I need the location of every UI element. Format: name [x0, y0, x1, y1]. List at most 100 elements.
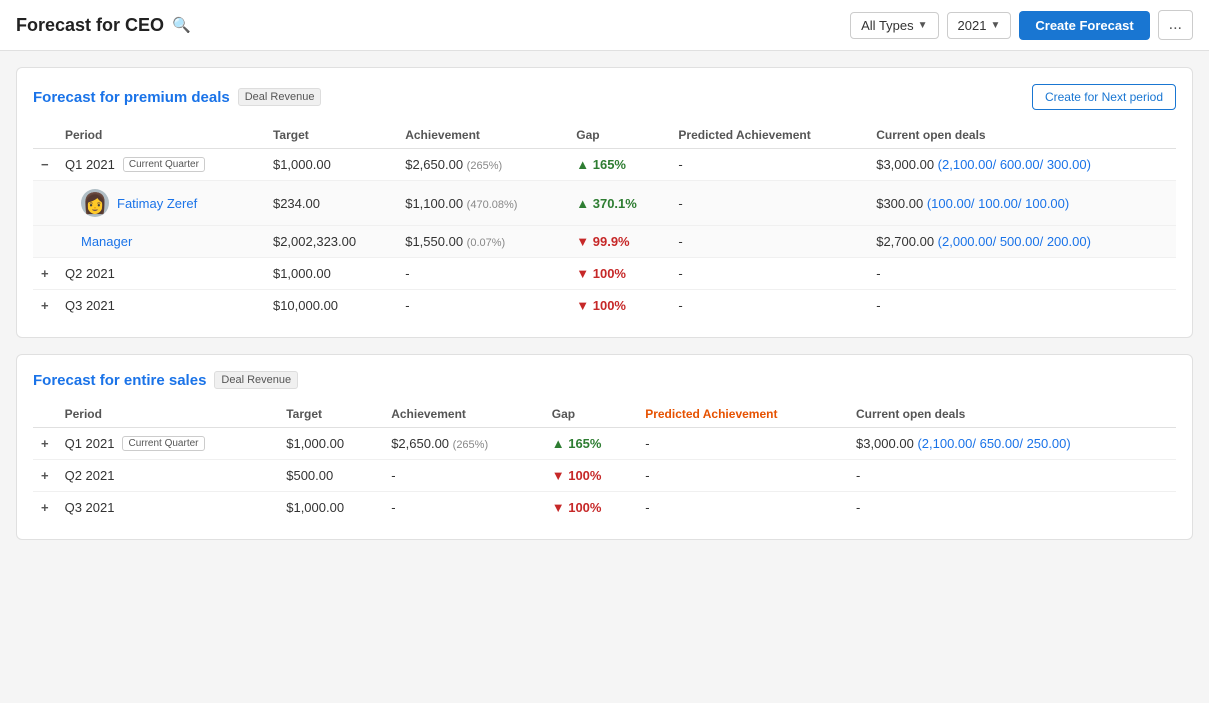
- header-right: All Types ▼ 2021 ▼ Create Forecast ...: [850, 10, 1193, 40]
- col-achievement: Achievement: [383, 401, 544, 428]
- predicted-cell: -: [670, 226, 868, 258]
- col-gap: Gap: [568, 122, 670, 149]
- section-header-premium: Forecast for premium deals Deal Revenue …: [33, 84, 1176, 110]
- section-badge-premium: Deal Revenue: [238, 88, 322, 106]
- row-expand[interactable]: +: [33, 428, 57, 460]
- table-row: Manager $2,002,323.00 $1,550.00 (0.07%) …: [33, 226, 1176, 258]
- top-header: Forecast for CEO 🔍 All Types ▼ 2021 ▼ Cr…: [0, 0, 1209, 51]
- row-indent: [33, 181, 57, 226]
- open-deals-cell: -: [848, 460, 1176, 492]
- col-period: Period: [57, 401, 279, 428]
- table-row: + Q2 2021 $500.00 - ▼ 100% - -: [33, 460, 1176, 492]
- target-cell: $500.00: [278, 460, 383, 492]
- target-cell: $2,002,323.00: [265, 226, 397, 258]
- create-next-period-button[interactable]: Create for Next period: [1032, 84, 1176, 110]
- header-left: Forecast for CEO 🔍: [16, 15, 191, 36]
- section-header-entire: Forecast for entire sales Deal Revenue: [33, 371, 1176, 389]
- target-cell: $10,000.00: [265, 290, 397, 322]
- row-expand[interactable]: −: [33, 149, 57, 181]
- period-cell: 👩 Fatimay Zeref: [57, 181, 265, 226]
- open-deals-cell: $3,000.00 (2,100.00/ 650.00/ 250.00): [848, 428, 1176, 460]
- table-row: + Q2 2021 $1,000.00 - ▼ 100% - -: [33, 258, 1176, 290]
- search-icon[interactable]: 🔍: [172, 16, 191, 34]
- entire-table: Period Target Achievement Gap Predicted …: [33, 401, 1176, 523]
- gap-cell: ▼ 100%: [544, 460, 637, 492]
- achievement-cell: $2,650.00 (265%): [383, 428, 544, 460]
- forecast-premium-section: Forecast for premium deals Deal Revenue …: [16, 67, 1193, 338]
- current-quarter-badge: Current Quarter: [122, 436, 204, 451]
- entire-table-body: + Q1 2021 Current Quarter $1,000.00 $2,6…: [33, 428, 1176, 524]
- premium-table-body: − Q1 2021 Current Quarter $1,000.00 $2,6…: [33, 149, 1176, 322]
- period-cell: Manager: [57, 226, 265, 258]
- predicted-cell: -: [670, 181, 868, 226]
- section-title-entire: Forecast for entire sales: [33, 372, 206, 389]
- chevron-down-icon: ▼: [918, 20, 928, 31]
- row-indent: [33, 226, 57, 258]
- page-title: Forecast for CEO: [16, 15, 164, 36]
- col-target: Target: [265, 122, 397, 149]
- col-achievement: Achievement: [397, 122, 568, 149]
- all-types-dropdown[interactable]: All Types ▼: [850, 12, 938, 39]
- gap-cell: ▼ 100%: [568, 290, 670, 322]
- create-forecast-button[interactable]: Create Forecast: [1019, 11, 1149, 40]
- col-period: Period: [57, 122, 265, 149]
- forecast-entire-section: Forecast for entire sales Deal Revenue P…: [16, 354, 1193, 540]
- open-deals-cell: $2,700.00 (2,000.00/ 500.00/ 200.00): [868, 226, 1176, 258]
- open-deals-cell: -: [848, 492, 1176, 524]
- predicted-cell: -: [637, 428, 848, 460]
- row-expand[interactable]: +: [33, 258, 57, 290]
- gap-cell: ▲ 165%: [568, 149, 670, 181]
- achievement-cell: -: [397, 258, 568, 290]
- open-deals-cell: -: [868, 290, 1176, 322]
- table-row: + Q1 2021 Current Quarter $1,000.00 $2,6…: [33, 428, 1176, 460]
- target-cell: $1,000.00: [265, 149, 397, 181]
- col-open-deals: Current open deals: [848, 401, 1176, 428]
- achievement-cell: $1,100.00 (470.08%): [397, 181, 568, 226]
- table-row: + Q3 2021 $1,000.00 - ▼ 100% - -: [33, 492, 1176, 524]
- gap-cell: ▼ 100%: [544, 492, 637, 524]
- row-expand[interactable]: +: [33, 492, 57, 524]
- target-cell: $1,000.00: [278, 492, 383, 524]
- target-cell: $1,000.00: [265, 258, 397, 290]
- section-badge-entire: Deal Revenue: [214, 371, 298, 389]
- col-predicted: Predicted Achievement: [670, 122, 868, 149]
- period-cell: Q3 2021: [57, 290, 265, 322]
- row-expand[interactable]: +: [33, 460, 57, 492]
- col-expand: [33, 122, 57, 149]
- achievement-cell: -: [397, 290, 568, 322]
- open-deals-cell: $300.00 (100.00/ 100.00/ 100.00): [868, 181, 1176, 226]
- period-cell: Q1 2021 Current Quarter: [57, 149, 265, 181]
- open-deals-cell: -: [868, 258, 1176, 290]
- table-row: + Q3 2021 $10,000.00 - ▼ 100% - -: [33, 290, 1176, 322]
- period-cell: Q2 2021: [57, 258, 265, 290]
- section-title-premium: Forecast for premium deals: [33, 89, 230, 106]
- gap-cell: ▲ 165%: [544, 428, 637, 460]
- achievement-cell: -: [383, 492, 544, 524]
- current-quarter-badge: Current Quarter: [123, 157, 205, 172]
- avatar: 👩: [81, 189, 109, 217]
- period-cell: Q3 2021: [57, 492, 279, 524]
- predicted-cell: -: [637, 492, 848, 524]
- premium-table: Period Target Achievement Gap Predicted …: [33, 122, 1176, 321]
- manager-link[interactable]: Manager: [81, 234, 132, 249]
- row-expand[interactable]: +: [33, 290, 57, 322]
- premium-table-header: Period Target Achievement Gap Predicted …: [33, 122, 1176, 149]
- table-row: 👩 Fatimay Zeref $234.00 $1,100.00 (470.0…: [33, 181, 1176, 226]
- person-link[interactable]: Fatimay Zeref: [117, 196, 197, 211]
- gap-cell: ▼ 100%: [568, 258, 670, 290]
- year-dropdown[interactable]: 2021 ▼: [947, 12, 1012, 39]
- predicted-cell: -: [637, 460, 848, 492]
- chevron-down-icon: ▼: [990, 20, 1000, 31]
- entire-table-header: Period Target Achievement Gap Predicted …: [33, 401, 1176, 428]
- period-cell: Q2 2021: [57, 460, 279, 492]
- table-row: − Q1 2021 Current Quarter $1,000.00 $2,6…: [33, 149, 1176, 181]
- more-options-button[interactable]: ...: [1158, 10, 1193, 40]
- predicted-cell: -: [670, 290, 868, 322]
- gap-cell: ▲ 370.1%: [568, 181, 670, 226]
- col-gap: Gap: [544, 401, 637, 428]
- main-content: Forecast for premium deals Deal Revenue …: [0, 51, 1209, 556]
- achievement-cell: $1,550.00 (0.07%): [397, 226, 568, 258]
- achievement-cell: -: [383, 460, 544, 492]
- period-cell: Q1 2021 Current Quarter: [57, 428, 279, 460]
- col-open-deals: Current open deals: [868, 122, 1176, 149]
